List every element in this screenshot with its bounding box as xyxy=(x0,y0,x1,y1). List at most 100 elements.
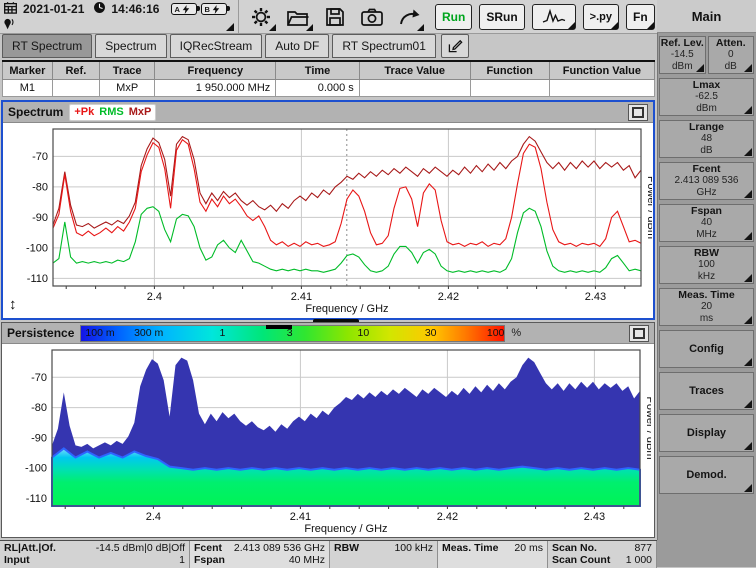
sidebar-button-fspan[interactable]: Fspan40MHz xyxy=(659,204,754,242)
persistence-color-scale[interactable]: 100 m300 m131030100 xyxy=(80,325,505,342)
sidebar-button-traces[interactable]: Traces xyxy=(659,372,754,410)
sidebar-button-value: 0 xyxy=(728,49,734,61)
marker-row[interactable]: M1MxP1 950.000 MHz0.000 s xyxy=(3,80,655,97)
sidebar-button-demod-[interactable]: Demod. xyxy=(659,456,754,494)
sidebar-button-fcent[interactable]: Fcent2.413 089 536GHz xyxy=(659,162,754,200)
status-row: RL|Att.|Of.-14.5 dBm|0 dB|Off xyxy=(4,542,185,554)
status-value: 40 MHz xyxy=(289,554,325,566)
status-value: 20 ms xyxy=(514,542,543,554)
marker-cell-time: 0.000 s xyxy=(276,80,360,97)
tab-iqrecstream[interactable]: IQRecStream xyxy=(170,34,263,58)
edit-tabs-button[interactable] xyxy=(441,34,469,58)
sidebar-button-atten-[interactable]: Atten.0dB xyxy=(708,36,755,74)
sidebar-button-lmax[interactable]: Lmax-62.5dBm xyxy=(659,78,754,116)
edit-pencil-icon xyxy=(447,38,463,54)
single-run-button[interactable]: SRun xyxy=(479,4,524,30)
svg-text:2.43: 2.43 xyxy=(584,511,605,523)
status-row: Input1 xyxy=(4,554,185,566)
spectrum-chart[interactable]: -70-80-90-100-1102.42.412.422.43Frequenc… xyxy=(3,123,652,322)
persistence-panel-header[interactable]: Persistence 100 m300 m131030100 % xyxy=(2,323,654,344)
sidebar-button-unit: dB xyxy=(725,61,737,73)
marker-table-header: MarkerRef.TraceFrequencyTimeTrace ValueF… xyxy=(3,61,655,80)
trace-label-rms: RMS xyxy=(99,106,123,118)
marker-cell-frequency: 1 950.000 MHz xyxy=(155,80,276,97)
open-file-button[interactable] xyxy=(283,3,313,31)
function-keys-button[interactable]: Fn xyxy=(626,4,655,30)
sidebar-button-unit: MHz xyxy=(696,229,717,241)
trace-legend-chip[interactable]: +Pk RMS MxP xyxy=(69,104,156,121)
svg-text:Power / dBm: Power / dBm xyxy=(645,176,652,239)
submenu-triangle-icon xyxy=(744,316,752,324)
sidebar-button-label: Ref. Lev. xyxy=(661,37,704,49)
status-row: Fspan40 MHz xyxy=(194,554,325,566)
sidebar-row: RBW100kHz xyxy=(659,246,754,284)
submenu-triangle-icon xyxy=(744,148,752,156)
tab-rt-spectrum01[interactable]: RT Spectrum01 xyxy=(332,34,436,58)
redo-arrow-button[interactable] xyxy=(394,3,424,31)
sidebar-button-label: Traces xyxy=(689,385,724,397)
sidebar-button-config[interactable]: Config xyxy=(659,330,754,368)
sidebar-button-display[interactable]: Display xyxy=(659,414,754,452)
status-value: 1 xyxy=(179,554,185,566)
restore-window-button[interactable] xyxy=(629,325,649,342)
status-value: 1 000 xyxy=(626,554,652,566)
datetime-status-block[interactable]: 2021-01-21 14:46:16 A B xyxy=(0,0,239,33)
sidebar-button-unit: GHz xyxy=(697,187,717,199)
sidebar-button-lrange[interactable]: Lrange48dB xyxy=(659,120,754,158)
persistence-chart[interactable]: -70-80-90-100-1102.42.412.422.43Frequenc… xyxy=(2,344,651,541)
marker-table-header-row: MarkerRef.TraceFrequencyTimeTrace ValueF… xyxy=(3,61,655,80)
marker-cell-function_value xyxy=(549,80,654,97)
status-label: RL|Att.|Of. xyxy=(4,542,56,554)
y-scale-adjust-icon[interactable]: ↕ xyxy=(9,298,17,312)
sidebar-button-unit: ms xyxy=(700,313,713,325)
persistence-value-marker[interactable] xyxy=(266,325,292,329)
column-header-time: Time xyxy=(276,61,360,80)
svg-text:-100: -100 xyxy=(25,463,47,475)
marker-cell-trace: MxP xyxy=(100,80,155,97)
run-button[interactable]: Run xyxy=(435,4,472,30)
status-bar: RL|Att.|Of.-14.5 dBm|0 dB|OffInput1Fcent… xyxy=(0,540,657,568)
spectrum-panel-header[interactable]: Spectrum +PkRMSMxP xyxy=(3,102,653,123)
svg-text:-90: -90 xyxy=(31,432,47,444)
spectrum-panel: Spectrum +PkRMSMxP -70-80-90-100-1102.42… xyxy=(1,100,655,320)
sidebar-button-value: -14.5 xyxy=(671,49,694,61)
svg-text:-90: -90 xyxy=(32,212,48,224)
sidebar-button-rbw[interactable]: RBW100kHz xyxy=(659,246,754,284)
sidebar-button-meas-time[interactable]: Meas. Time20ms xyxy=(659,288,754,326)
sidebar-row: Display xyxy=(659,414,754,452)
sidebar-row: Ref. Lev.-14.5dBmAtten.0dB xyxy=(659,36,754,74)
save-button[interactable] xyxy=(320,3,350,31)
settings-button[interactable] xyxy=(246,3,276,31)
trace-label-pk: +Pk xyxy=(74,106,94,118)
sidebar-button-unit: kHz xyxy=(698,271,715,283)
datetime-expand-triangle[interactable] xyxy=(226,23,234,31)
tab-rt-spectrum[interactable]: RT Spectrum xyxy=(2,34,92,58)
sidebar-row: Meas. Time20ms xyxy=(659,288,754,326)
status-label: Scan Count xyxy=(552,554,610,566)
view-tab-bar: RT SpectrumSpectrumIQRecStreamAuto DFRT … xyxy=(2,35,655,58)
sidebar-button-label: RBW xyxy=(694,247,719,259)
svg-text:-70: -70 xyxy=(31,372,47,384)
svg-text:2.43: 2.43 xyxy=(585,291,606,303)
submenu-triangle-icon xyxy=(744,190,752,198)
screenshot-button[interactable] xyxy=(357,3,387,31)
status-row: Scan No.877 xyxy=(552,542,652,554)
sidebar-button-label: Demod. xyxy=(686,469,726,481)
persistence-panel: Persistence 100 m300 m131030100 % -70-80… xyxy=(1,322,655,538)
tab-auto-df[interactable]: Auto DF xyxy=(265,34,329,58)
marker-cell-trace_value xyxy=(359,80,470,97)
tab-spectrum[interactable]: Spectrum xyxy=(95,34,166,58)
trace-label-mxp: MxP xyxy=(129,106,152,118)
spectrum-view-button[interactable] xyxy=(532,4,576,30)
persistence-scale-unit: % xyxy=(511,327,521,339)
sidebar-buttons: Ref. Lev.-14.5dBmAtten.0dB Lmax-62.5dBm Lr… xyxy=(659,36,754,498)
sidebar-button-ref-lev-[interactable]: Ref. Lev.-14.5dBm xyxy=(659,36,706,74)
battery-a-indicator: A xyxy=(171,3,197,15)
svg-text:2.41: 2.41 xyxy=(291,291,312,303)
battery-b-indicator: B xyxy=(201,3,227,15)
sidebar-button-label: Lrange xyxy=(689,121,724,133)
marker-table-body: M1MxP1 950.000 MHz0.000 s xyxy=(3,80,655,97)
restore-window-button[interactable] xyxy=(628,104,648,121)
svg-text:-110: -110 xyxy=(26,493,47,505)
python-script-button[interactable]: >.py xyxy=(583,4,619,30)
